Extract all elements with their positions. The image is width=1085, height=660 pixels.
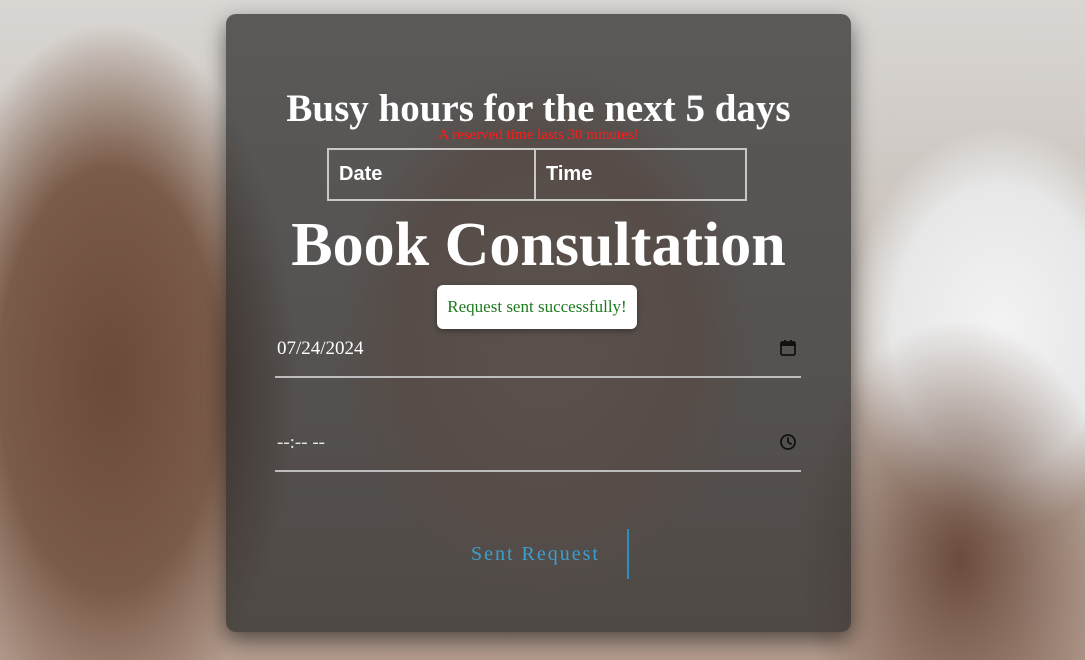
calendar-icon[interactable] [779, 339, 797, 357]
reservation-notice: A reserved time lasts 30 minutes! [438, 127, 639, 143]
time-input[interactable]: --:-- -- [275, 428, 801, 472]
busy-hours-table: Date Time [327, 148, 747, 201]
booking-card: Busy hours for the next 5 days A reserve… [226, 14, 851, 632]
date-input[interactable]: 07/24/2024 [275, 334, 801, 378]
column-header-time: Time [534, 148, 747, 201]
table-header-row: Date Time [327, 148, 747, 201]
date-input-value: 07/24/2024 [277, 338, 364, 359]
success-toast: Request sent successfully! [437, 285, 637, 329]
busy-hours-title: Busy hours for the next 5 days [286, 87, 791, 130]
column-header-date: Date [327, 148, 536, 201]
clock-icon[interactable] [779, 433, 797, 451]
book-consultation-title: Book Consultation [291, 211, 786, 279]
send-request-button[interactable]: Sent Request [464, 529, 629, 579]
time-input-value: --:-- -- [277, 432, 325, 453]
